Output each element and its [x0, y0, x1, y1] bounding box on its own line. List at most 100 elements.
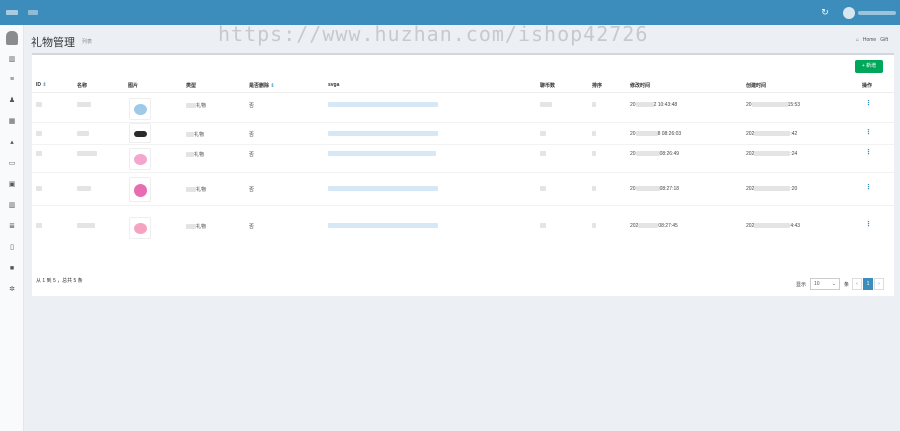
users-icon[interactable]: ♟ [5, 96, 19, 106]
table-row: 礼物 否 20 2 10:43:48 20 15:53 ⋮ [32, 93, 894, 123]
cell-id [36, 131, 42, 137]
breadcrumb-current: Gift [880, 37, 888, 43]
bar-chart-icon[interactable]: ▥ [5, 201, 19, 211]
cell-type: 礼物 [186, 131, 204, 138]
col-id[interactable]: ID ⇕ [36, 82, 47, 88]
page-size-value: 10 [814, 281, 820, 287]
menu-icon[interactable]: ≣ [5, 222, 19, 232]
cell-deleted: 否 [249, 132, 255, 138]
user-avatar[interactable] [843, 7, 855, 19]
row-action-menu[interactable]: ⋮ [865, 220, 872, 228]
cell-type-text: 礼物 [194, 132, 205, 138]
gift-image [134, 154, 147, 165]
list-icon[interactable]: ≡ [5, 75, 19, 85]
settings-icon[interactable]: ✲ [5, 285, 19, 295]
add-button[interactable]: + 新增 [855, 60, 883, 73]
cell-modified: 20 08:26:49 [630, 151, 679, 157]
cell-id [36, 102, 42, 108]
row-action-menu[interactable]: ⋮ [865, 128, 872, 136]
gift-thumbnail[interactable] [129, 217, 151, 239]
page-button-current[interactable]: 1 [863, 278, 873, 290]
cell-created-a: 202 [746, 223, 755, 229]
watermark: https://www.huzhan.com/ishop42726 [218, 22, 649, 46]
row-action-menu[interactable]: ⋮ [865, 99, 872, 107]
cell-coins [540, 102, 552, 108]
cell-name [77, 151, 97, 157]
col-coins: 聊币数 [540, 83, 556, 89]
cell-created: 202:24 [746, 151, 797, 157]
card-icon[interactable]: ▭ [5, 159, 19, 169]
breadcrumb-home[interactable]: Home [863, 37, 876, 43]
tree-icon[interactable]: ▴ [5, 138, 19, 148]
col-created: 创建时间 [746, 83, 767, 89]
sidebar-avatar [6, 31, 18, 45]
cell-type-text: 礼物 [196, 103, 207, 109]
gift-image [134, 223, 147, 234]
cell-created-b: 15:53 [787, 102, 801, 108]
cell-modified-a: 20 [630, 186, 636, 192]
cell-modified: 202 08:27:45 [630, 223, 678, 229]
pagination-info: 从 1 到 5 ，总共 5 条 [36, 278, 83, 284]
cell-created-a: 202 [746, 131, 755, 137]
cell-type: 礼物 [186, 223, 206, 230]
cell-type: 礼物 [186, 151, 204, 158]
cell-created: 20 15:53 [746, 102, 800, 108]
gift-thumbnail[interactable] [129, 148, 151, 170]
cell-modified-b: 2 10:43:48 [653, 102, 678, 108]
sort-icon: ⇕ [42, 82, 47, 88]
cell-name [77, 131, 89, 137]
cell-created-b: :24 [790, 151, 798, 157]
cell-sort [592, 131, 596, 137]
cell-sort [592, 186, 596, 192]
page-size-select[interactable]: 10 ⌄ [810, 278, 840, 290]
gift-thumbnail[interactable] [129, 98, 151, 120]
home-icon: ⌂ [855, 37, 859, 43]
col-name: 名称 [77, 83, 88, 89]
next-page-button[interactable]: › [874, 278, 884, 290]
cell-type-text: 礼物 [196, 224, 207, 230]
user-name[interactable] [858, 11, 896, 15]
col-modified: 修改时间 [630, 83, 651, 89]
row-action-menu[interactable]: ⋮ [865, 183, 872, 191]
prev-page-button[interactable]: ‹ [852, 278, 862, 290]
logo [28, 10, 38, 15]
gift-thumbnail[interactable] [129, 123, 151, 143]
cell-coins [540, 223, 546, 229]
table-row: 礼物 否 20 8 08:26:03 202:42 ⋮ [32, 123, 894, 145]
cell-modified-b: 08:26:49 [659, 151, 680, 157]
file-icon[interactable]: ▯ [5, 243, 19, 253]
cell-svga [328, 102, 438, 108]
page-subtitle: 列表 [82, 39, 93, 45]
cell-name [77, 223, 95, 229]
table-row: 礼物 否 20 08:27:18 202:20 ⋮ [32, 173, 894, 206]
row-action-menu[interactable]: ⋮ [865, 148, 872, 156]
table-icon[interactable]: ▦ [5, 117, 19, 127]
cell-coins [540, 186, 546, 192]
dashboard-chart-icon[interactable]: ▥ [5, 55, 19, 65]
gift-thumbnail[interactable] [129, 177, 151, 202]
cell-id [36, 223, 42, 229]
cell-sort [592, 102, 596, 108]
cell-created: 202 4:43 [746, 223, 800, 229]
cell-modified-a: 20 [630, 131, 636, 137]
col-deleted[interactable]: 是否删除 ⇕ [249, 82, 275, 89]
image-icon[interactable]: ▣ [5, 180, 19, 190]
col-sort: 排序 [592, 83, 603, 89]
col-type: 类型 [186, 83, 197, 89]
cell-coins [540, 131, 546, 137]
chevron-down-icon: ⌄ [831, 281, 836, 287]
per-page-label: 条 [844, 282, 850, 288]
cell-svga [328, 186, 438, 192]
cell-id [36, 186, 42, 192]
cell-created: 202:42 [746, 131, 797, 137]
cell-id [36, 151, 42, 157]
cell-deleted: 否 [249, 152, 255, 158]
cell-deleted: 否 [249, 187, 255, 193]
cell-created-b: :20 [790, 186, 798, 192]
sidebar: ▥ ≡ ♟ ▦ ▴ ▭ ▣ ▥ ≣ ▯ ■ ✲ [0, 25, 24, 431]
refresh-icon[interactable]: ↻ [820, 7, 830, 17]
video-icon[interactable]: ■ [5, 264, 19, 274]
sidebar-toggle-icon[interactable] [6, 10, 18, 15]
cell-svga [328, 151, 436, 157]
cell-deleted: 否 [249, 103, 255, 109]
